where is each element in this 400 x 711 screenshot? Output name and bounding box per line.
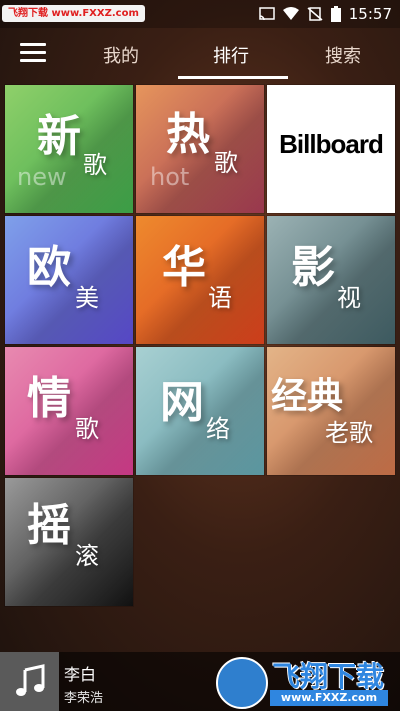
status-time: 15:57: [348, 5, 392, 23]
menu-icon[interactable]: [20, 43, 46, 63]
now-playing-bar[interactable]: 李白 李荣浩 飞翔下载 www.FXXZ.com: [0, 652, 400, 711]
active-tab-indicator: [178, 76, 288, 79]
tab-ranking[interactable]: 排行: [213, 42, 249, 68]
tile-ghost-text: hot: [150, 163, 190, 191]
tile-ghost-text: new: [17, 163, 67, 191]
cast-icon: [259, 7, 275, 21]
watermark-logo: 飞翔下载 www.FXXZ.com: [214, 653, 390, 709]
tile-title: 摇: [27, 500, 71, 551]
tile-western[interactable]: 欧 美: [5, 216, 133, 344]
tile-subtitle: 语: [208, 284, 232, 312]
tile-rock[interactable]: 摇 滚: [5, 478, 133, 606]
no-sim-icon: [307, 7, 323, 21]
album-art[interactable]: [0, 652, 59, 711]
tile-subtitle: 视: [337, 284, 361, 312]
watermark-emblem-icon: [216, 657, 268, 709]
tile-classics[interactable]: 经典 老歌: [267, 347, 395, 475]
tile-title: 欧: [27, 242, 71, 293]
watermark-logo-url: www.FXXZ.com: [270, 690, 388, 706]
tile-subtitle: 美: [75, 284, 99, 312]
tile-chinese[interactable]: 华 语: [136, 216, 264, 344]
status-icons: 15:57: [259, 4, 392, 24]
tile-subtitle: 络: [206, 415, 230, 443]
tile-hot-songs[interactable]: hot 热 歌: [136, 85, 264, 213]
status-bar: 飞翔下载 www.FXXZ.com 15:57: [0, 0, 400, 28]
tab-search[interactable]: 搜索: [325, 42, 361, 68]
tab-mine[interactable]: 我的: [103, 42, 139, 68]
top-nav: 我的 排行 搜索: [0, 28, 400, 80]
wifi-icon: [282, 7, 299, 20]
billboard-logo: Billboard: [279, 129, 384, 159]
tile-title: 华: [162, 242, 206, 293]
tile-subtitle: 歌: [83, 151, 107, 179]
tile-billboard[interactable]: Billboard: [267, 85, 395, 213]
tile-title: 影: [291, 242, 335, 293]
tile-title: 情: [27, 373, 71, 424]
tile-title: 经典: [271, 376, 344, 417]
artist-name: 李荣浩: [64, 691, 104, 706]
watermark-badge: 飞翔下载 www.FXXZ.com: [2, 5, 145, 22]
battery-icon: [330, 6, 341, 22]
watermark-logo-text: 飞翔下载: [272, 660, 385, 693]
tile-subtitle: 滚: [75, 542, 99, 570]
music-note-icon: [15, 663, 44, 696]
tile-title: 热: [166, 109, 210, 160]
tile-internet[interactable]: 网 络: [136, 347, 264, 475]
tile-title: 网: [160, 377, 204, 428]
tile-title: 新: [37, 111, 81, 162]
tile-subtitle: 老歌: [325, 419, 373, 447]
tile-subtitle: 歌: [214, 149, 238, 177]
tile-subtitle: 歌: [75, 415, 99, 443]
tile-love-songs[interactable]: 情 歌: [5, 347, 133, 475]
tile-film[interactable]: 影 视: [267, 216, 395, 344]
tile-new-songs[interactable]: new 新 歌: [5, 85, 133, 213]
song-title: 李白: [64, 665, 97, 684]
